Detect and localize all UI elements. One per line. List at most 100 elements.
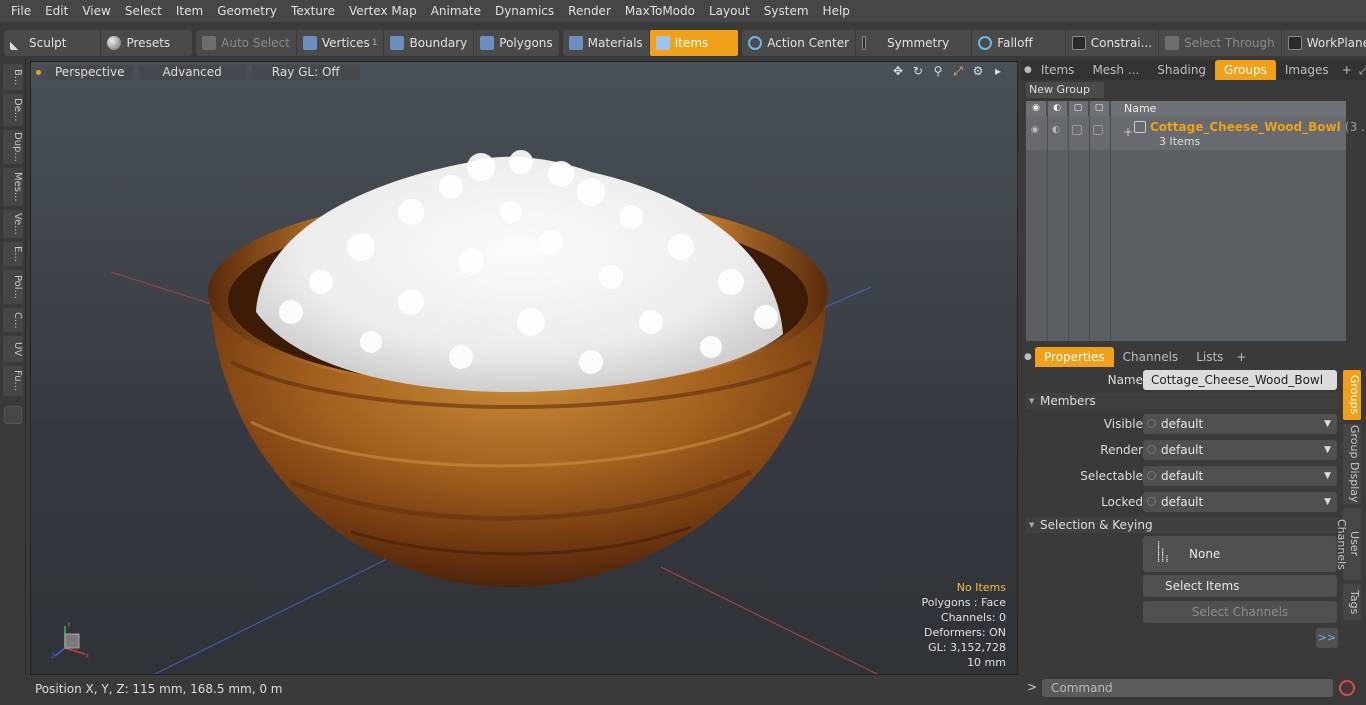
render-icon[interactable]: ◐ bbox=[1047, 101, 1068, 116]
select-channels-button[interactable]: Select Channels bbox=[1143, 601, 1337, 623]
shading-mode-dropdown[interactable]: Advanced bbox=[138, 64, 246, 80]
more-button[interactable]: >> bbox=[1316, 628, 1338, 648]
menu-view[interactable]: View bbox=[75, 0, 117, 22]
3d-viewport[interactable]: Perspective Advanced Ray GL: Off ✥ ↻ ⚲ ⤢… bbox=[30, 61, 1018, 675]
left-tab-curve[interactable]: C... bbox=[3, 308, 23, 332]
menu-vertex-map[interactable]: Vertex Map bbox=[342, 0, 424, 22]
group-row[interactable]: ◉ ◐ + Cottage_Cheese_Wood_Bowl (3 ... 3 … bbox=[1026, 116, 1366, 150]
visible-dropdown[interactable]: default ▼ bbox=[1143, 414, 1337, 434]
items-button[interactable]: Items bbox=[649, 30, 739, 56]
menu-render[interactable]: Render bbox=[561, 0, 618, 22]
menu-item[interactable]: Item bbox=[169, 0, 210, 22]
menu-edit[interactable]: Edit bbox=[38, 0, 75, 22]
visibility-eye-icon[interactable]: ◉ bbox=[1026, 101, 1047, 116]
menu-layout[interactable]: Layout bbox=[702, 0, 757, 22]
select-cube-icon[interactable]: ▢ bbox=[1068, 101, 1089, 116]
name-field[interactable]: Cottage_Cheese_Wood_Bowl (3) bbox=[1143, 370, 1337, 407]
side-tab-groups[interactable]: Groups bbox=[1343, 370, 1361, 420]
left-tab-edge[interactable]: E... bbox=[3, 242, 23, 266]
viewport-menu-dot[interactable] bbox=[36, 69, 41, 75]
auto-select-button[interactable]: Auto Select bbox=[196, 30, 297, 56]
expand-plus-icon[interactable]: + bbox=[1123, 125, 1133, 139]
materials-icon bbox=[568, 36, 583, 50]
menu-texture[interactable]: Texture bbox=[284, 0, 342, 22]
keying-none-button[interactable]: ⁞ ⁞⁞ ⁞⁞⁞ None bbox=[1143, 536, 1337, 572]
select-through-button[interactable]: Select Through bbox=[1159, 30, 1282, 56]
falloff-button[interactable]: Falloff bbox=[972, 30, 1066, 56]
maximize-icon[interactable]: ⤢ bbox=[951, 64, 965, 78]
play-arrow-icon[interactable]: ▸ bbox=[991, 64, 1005, 78]
left-tab-mesh-edit[interactable]: Mes... bbox=[3, 168, 23, 206]
tab-lists[interactable]: Lists bbox=[1187, 347, 1232, 367]
render-dropdown[interactable]: default ▼ bbox=[1143, 440, 1337, 460]
scene-render bbox=[110, 150, 879, 674]
left-tab-uv[interactable]: UV bbox=[3, 336, 23, 362]
select-through-label: Select Through bbox=[1184, 36, 1275, 50]
menu-geometry[interactable]: Geometry bbox=[210, 0, 284, 22]
record-macro-icon[interactable] bbox=[1339, 680, 1355, 696]
tab-groups[interactable]: Groups bbox=[1215, 60, 1276, 80]
row-render-icon[interactable]: ◐ bbox=[1052, 125, 1060, 135]
workplane-button[interactable]: WorkPlane bbox=[1282, 30, 1366, 56]
expand-icon[interactable]: ⤢ bbox=[1356, 60, 1366, 80]
grid-z-axis-front bbox=[153, 556, 392, 674]
side-tab-group-display[interactable]: Group Display bbox=[1343, 424, 1361, 504]
group-name-text: Cottage_Cheese_Wood_Bowl bbox=[1150, 120, 1341, 134]
menu-select[interactable]: Select bbox=[118, 0, 169, 22]
left-tab-deform[interactable]: De... bbox=[3, 94, 23, 126]
constraints-button[interactable]: Constrai... bbox=[1066, 30, 1160, 56]
left-tab-duplicate[interactable]: Dup... bbox=[3, 130, 23, 164]
pan-icon[interactable]: ✥ bbox=[891, 64, 905, 78]
presets-button[interactable]: Presets bbox=[101, 30, 192, 56]
boundary-button[interactable]: Boundary bbox=[384, 30, 475, 56]
add-props-tab-icon[interactable]: + bbox=[1232, 347, 1250, 367]
command-input[interactable]: Command bbox=[1042, 679, 1333, 697]
new-group-button[interactable]: New Group bbox=[1026, 82, 1104, 98]
menu-dynamics[interactable]: Dynamics bbox=[488, 0, 561, 22]
zoom-icon[interactable]: ⚲ bbox=[931, 64, 945, 78]
rotate-icon[interactable]: ↻ bbox=[911, 64, 925, 78]
side-tab-tags[interactable]: Tags bbox=[1343, 584, 1361, 620]
symmetry-button[interactable]: Symmetry bbox=[856, 30, 973, 56]
select-items-button[interactable]: Select Items bbox=[1143, 575, 1337, 597]
left-tab-vertex[interactable]: Ve... bbox=[3, 210, 23, 238]
vertices-count: 1 bbox=[371, 38, 378, 48]
tab-properties[interactable]: Properties bbox=[1035, 347, 1114, 367]
polygons-button[interactable]: Polygons bbox=[474, 30, 558, 56]
tab-channels[interactable]: Channels bbox=[1114, 347, 1188, 367]
members-section[interactable]: Members bbox=[1026, 393, 1338, 409]
menu-maxtomodo[interactable]: MaxToModo bbox=[618, 0, 702, 22]
menu-animate[interactable]: Animate bbox=[424, 0, 488, 22]
panel-menu-dot[interactable]: ● bbox=[1021, 65, 1032, 75]
left-tab-toggle[interactable] bbox=[4, 406, 22, 424]
props-menu-dot[interactable]: ● bbox=[1021, 352, 1035, 362]
locked-dropdown[interactable]: default ▼ bbox=[1143, 492, 1337, 512]
tab-images[interactable]: Images bbox=[1276, 60, 1338, 80]
menu-help[interactable]: Help bbox=[816, 0, 857, 22]
add-tab-icon[interactable]: + bbox=[1338, 60, 1356, 80]
dropdown-arrow-icon: ▼ bbox=[1324, 445, 1331, 455]
tab-mesh[interactable]: Mesh ... bbox=[1083, 60, 1148, 80]
materials-button[interactable]: Materials bbox=[563, 30, 650, 56]
tab-shading[interactable]: Shading bbox=[1148, 60, 1215, 80]
tab-items[interactable]: Items bbox=[1032, 60, 1084, 80]
settings-gear-icon[interactable]: ⚙ bbox=[971, 64, 985, 78]
raygl-toggle[interactable]: Ray GL: Off bbox=[251, 64, 360, 80]
menu-system[interactable]: System bbox=[757, 0, 816, 22]
side-tab-user-channels[interactable]: User Channels bbox=[1335, 508, 1361, 580]
sculpt-button[interactable]: Sculpt bbox=[4, 30, 102, 56]
left-tab-basic[interactable]: B... bbox=[3, 64, 23, 90]
action-center-button[interactable]: Action Center bbox=[742, 30, 857, 56]
left-tab-polygon[interactable]: Pol... bbox=[3, 270, 23, 304]
selection-keying-section[interactable]: Selection & Keying bbox=[1026, 517, 1338, 533]
lock-cube-icon[interactable]: ▢ bbox=[1089, 101, 1110, 116]
row-select-checkbox[interactable] bbox=[1072, 125, 1082, 135]
row-eye-icon[interactable]: ◉ bbox=[1031, 125, 1039, 135]
vertices-button[interactable]: Vertices 1 bbox=[297, 30, 385, 56]
selectable-dropdown[interactable]: default ▼ bbox=[1143, 466, 1337, 486]
view-type-dropdown[interactable]: Perspective bbox=[47, 64, 133, 80]
menu-file[interactable]: File bbox=[4, 0, 38, 22]
row-lock-checkbox[interactable] bbox=[1093, 125, 1103, 135]
left-tab-fusion[interactable]: Fu... bbox=[3, 366, 23, 396]
name-label: Name bbox=[1107, 373, 1143, 387]
